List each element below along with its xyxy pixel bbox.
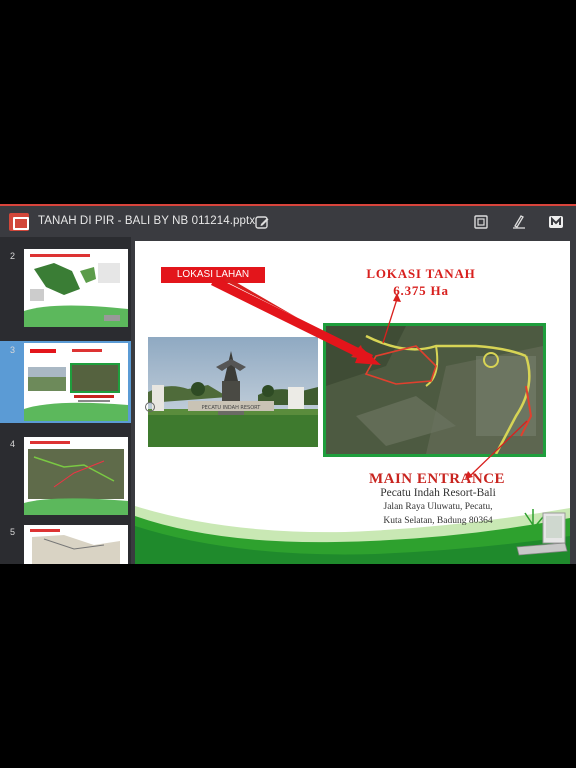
thumbnail-row-5[interactable]: 5 bbox=[0, 523, 131, 564]
address-line-1: Pecatu Indah Resort-Bali bbox=[380, 487, 496, 499]
thumbnail-number: 5 bbox=[10, 527, 16, 537]
main-entrance-heading: MAIN ENTRANCE bbox=[368, 471, 506, 487]
edit-icon[interactable] bbox=[254, 214, 270, 230]
title-bar: TANAH DI PIR - BALI BY NB 011214.pptx bbox=[0, 204, 576, 237]
thumbnail-row-4[interactable]: 4 bbox=[0, 433, 131, 517]
presentation-app-icon[interactable] bbox=[9, 213, 29, 231]
lokasi-tanah-area: 6.375 Ha bbox=[393, 283, 449, 298]
thumbnail-number: 2 bbox=[10, 251, 16, 261]
current-slide[interactable]: LOKASI LAHAN LOKASI TANAH 6.375 Ha PECAT… bbox=[135, 241, 570, 564]
address-line-3: Kuta Selatan, Badung 80364 bbox=[383, 516, 493, 526]
lokasi-lahan-label: LOKASI LAHAN bbox=[161, 267, 265, 283]
lokasi-tanah-title: LOKASI TANAH bbox=[366, 266, 476, 281]
more-icon[interactable] bbox=[548, 214, 564, 230]
presentation-app-window: TANAH DI PIR - BALI BY NB 011214.pptx 2 bbox=[0, 204, 576, 564]
thumbnail-row-3[interactable]: 3 bbox=[0, 341, 131, 423]
slide-thumbnail[interactable] bbox=[24, 249, 128, 327]
pen-icon[interactable] bbox=[511, 214, 527, 230]
slide-thumbnail-panel[interactable]: 2 3 4 5 bbox=[0, 237, 131, 564]
entrance-sign-text: PECATU INDAH RESORT bbox=[202, 405, 262, 411]
address-line-2: Jalan Raya Uluwatu, Pecatu, bbox=[383, 502, 493, 512]
slide-editor-area[interactable]: LOKASI LAHAN LOKASI TANAH 6.375 Ha PECAT… bbox=[131, 237, 576, 564]
slide-thumbnail[interactable] bbox=[24, 437, 128, 515]
thumbnail-number: 3 bbox=[10, 345, 16, 355]
thumbnail-row-2[interactable]: 2 bbox=[0, 237, 131, 327]
thumbnail-number: 4 bbox=[10, 439, 16, 449]
slide-thumbnail[interactable] bbox=[24, 525, 128, 564]
resort-address: Pecatu Indah Resort-Bali Jalan Raya Uluw… bbox=[343, 487, 533, 528]
slide-thumbnail-selected[interactable] bbox=[24, 343, 128, 421]
lokasi-tanah-heading: LOKASI TANAH 6.375 Ha bbox=[341, 265, 501, 299]
slideshow-icon[interactable] bbox=[473, 214, 489, 230]
aerial-map-image bbox=[323, 323, 546, 457]
slide-handle[interactable] bbox=[145, 402, 155, 412]
laptop-plant-decoration bbox=[516, 509, 568, 556]
document-title: TANAH DI PIR - BALI BY NB 011214.pptx bbox=[38, 215, 256, 227]
resort-entrance-photo: PECATU INDAH RESORT bbox=[148, 337, 318, 447]
